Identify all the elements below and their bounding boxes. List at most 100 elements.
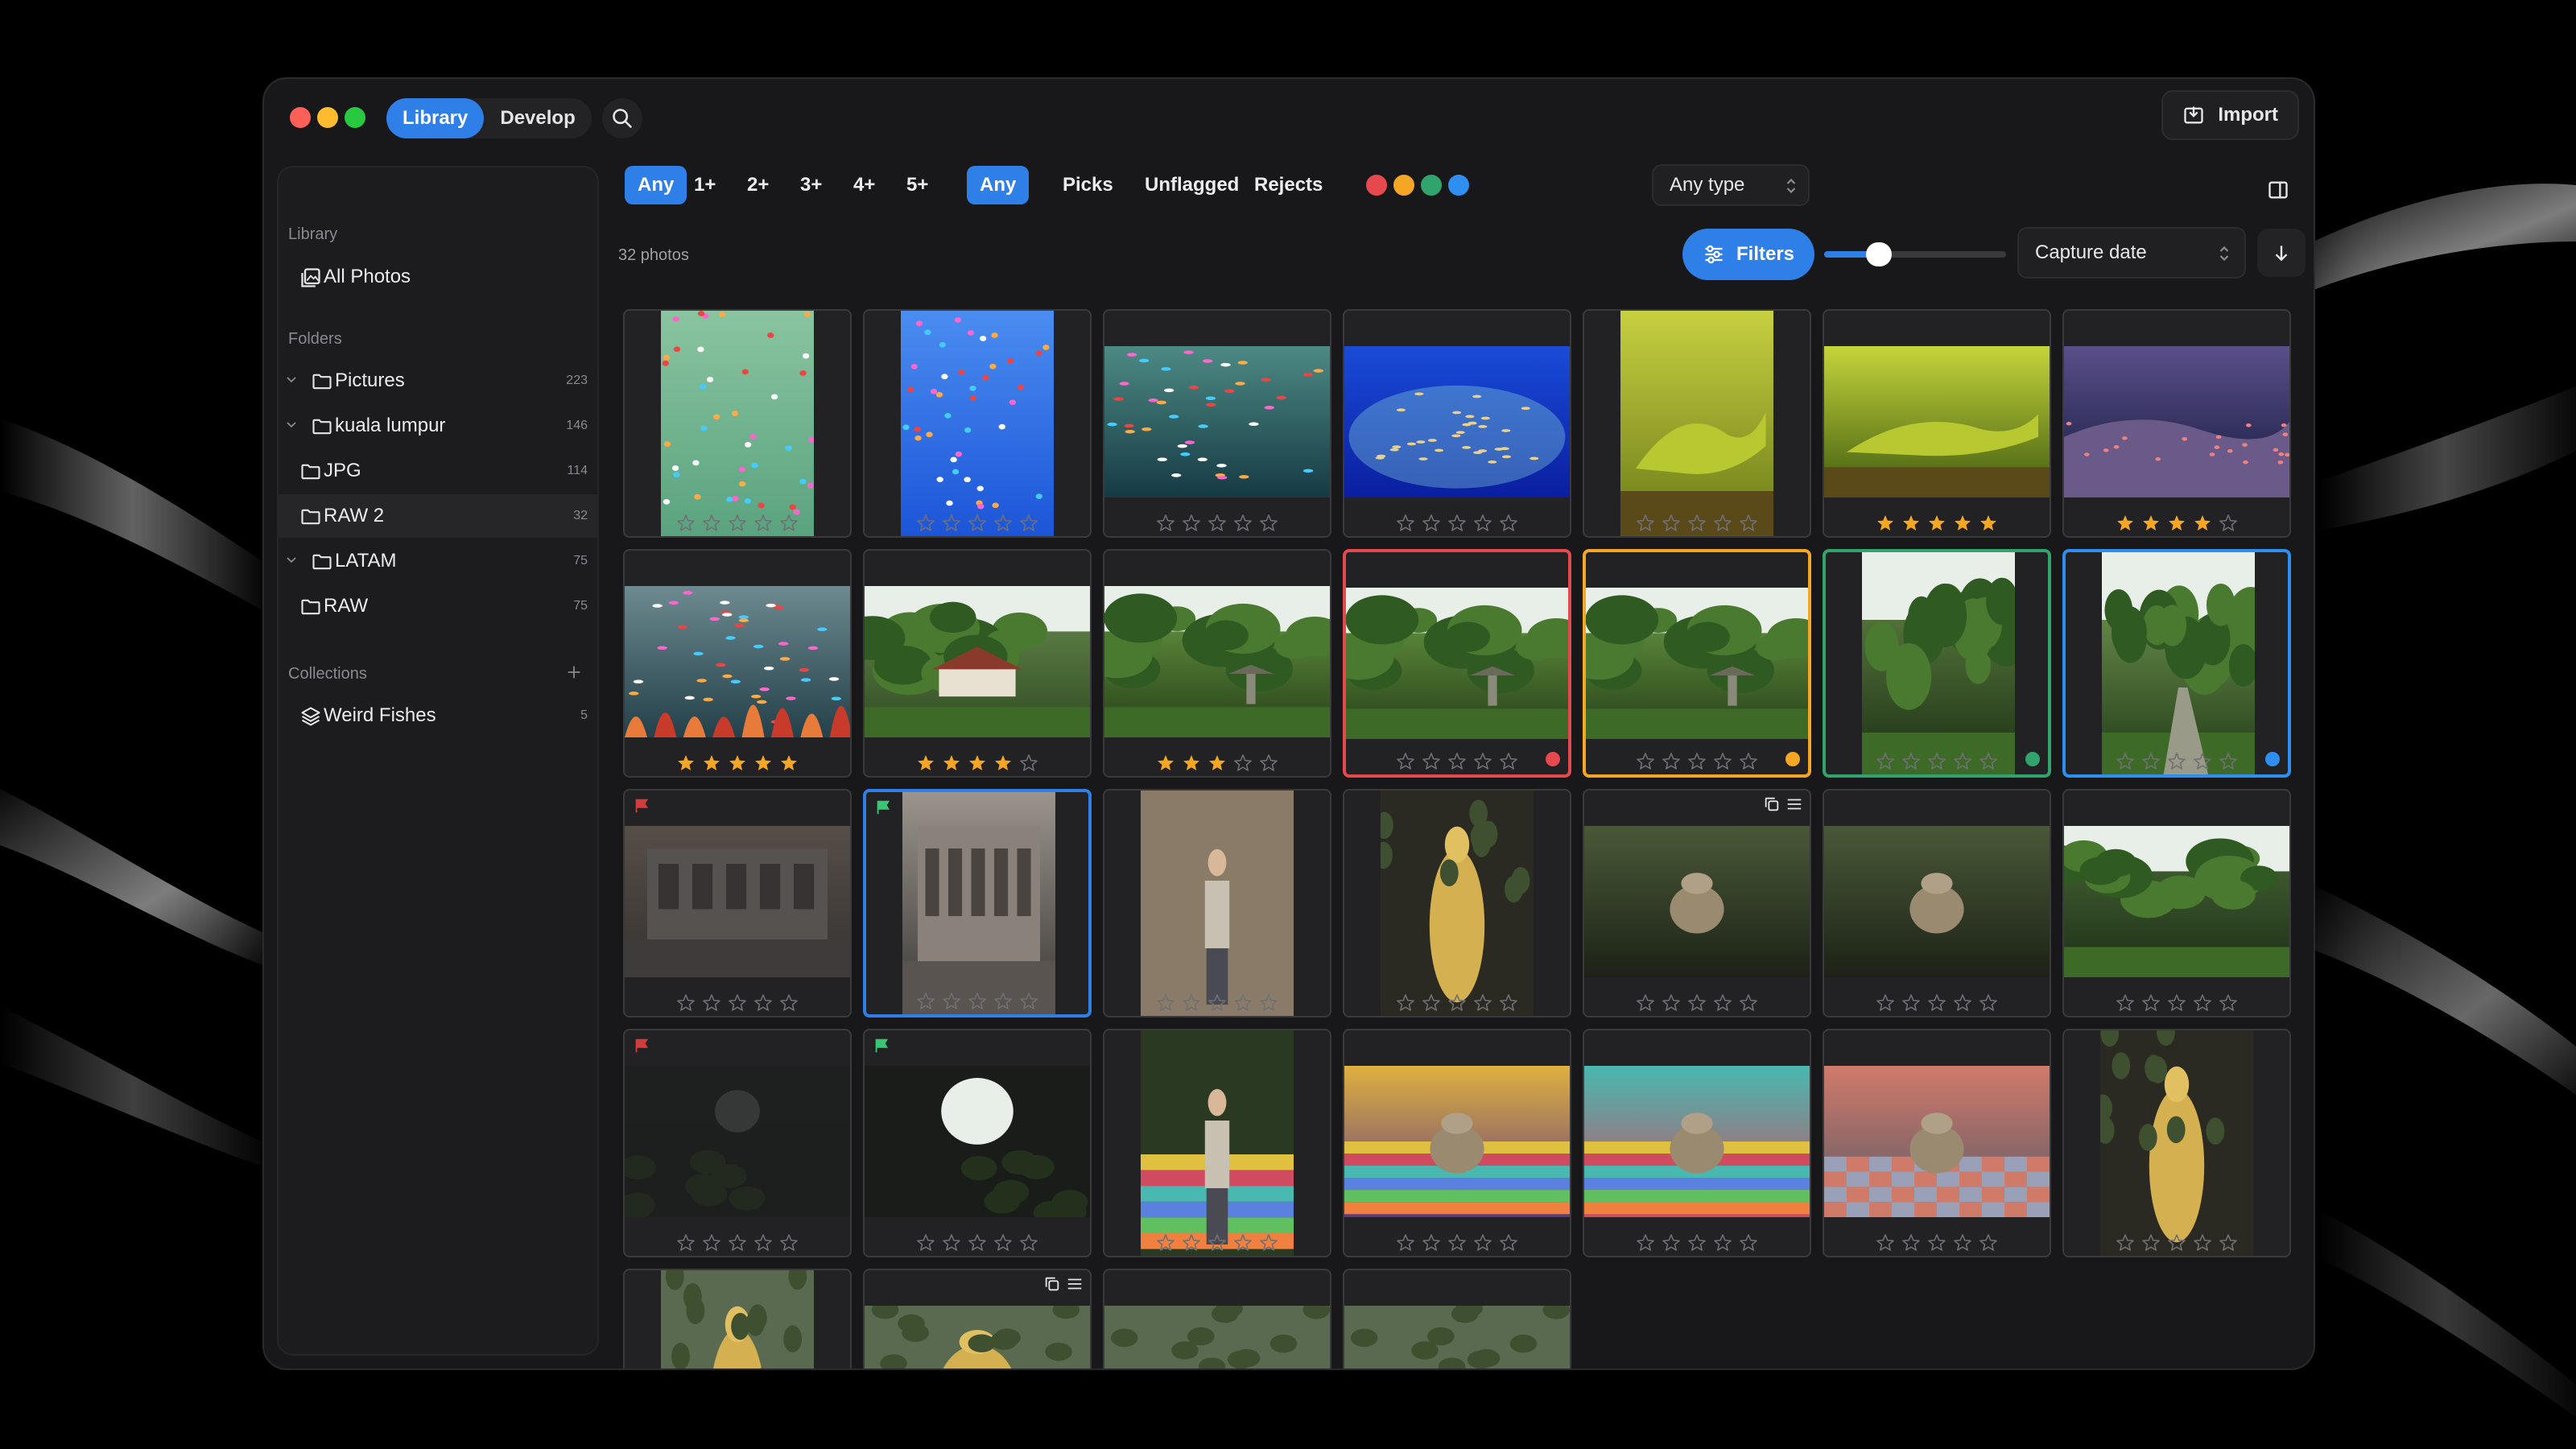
- photo-tile[interactable]: [2062, 549, 2291, 778]
- star-icon[interactable]: [1019, 1233, 1038, 1253]
- photo-tile[interactable]: [863, 789, 1092, 1018]
- filters-button[interactable]: Filters: [1682, 229, 1814, 280]
- photo-tile[interactable]: [623, 1269, 852, 1368]
- star-icon[interactable]: [942, 753, 961, 773]
- star-icon[interactable]: [2141, 514, 2161, 533]
- star-icon[interactable]: [1953, 993, 1972, 1013]
- close-window-button[interactable]: [290, 107, 311, 128]
- star-icon[interactable]: [1662, 514, 1681, 533]
- star-rating[interactable]: [1584, 1233, 1810, 1253]
- sidebar-item-folder[interactable]: kuala lumpur 146: [279, 404, 597, 448]
- star-rating[interactable]: [1824, 1233, 2050, 1253]
- star-icon[interactable]: [2116, 993, 2135, 1013]
- photo-tile[interactable]: [623, 309, 852, 538]
- star-icon[interactable]: [916, 514, 935, 533]
- star-icon[interactable]: [1208, 753, 1227, 773]
- star-icon[interactable]: [728, 993, 747, 1013]
- star-icon[interactable]: [1927, 752, 1946, 771]
- star-icon[interactable]: [1182, 993, 1201, 1013]
- star-icon[interactable]: [993, 753, 1013, 773]
- sort-select[interactable]: Capture date: [2017, 227, 2246, 279]
- star-icon[interactable]: [1182, 514, 1201, 533]
- color-filter-dot[interactable]: [1446, 172, 1472, 198]
- star-icon[interactable]: [1979, 514, 1998, 533]
- star-icon[interactable]: [702, 993, 721, 1013]
- star-rating[interactable]: [1826, 752, 2048, 771]
- star-icon[interactable]: [1499, 514, 1518, 533]
- star-icon[interactable]: [1422, 993, 1441, 1013]
- star-icon[interactable]: [1182, 1233, 1201, 1253]
- star-icon[interactable]: [1901, 1233, 1921, 1253]
- search-button[interactable]: [602, 98, 642, 138]
- star-icon[interactable]: [1499, 1233, 1518, 1253]
- slider-knob[interactable]: [1865, 242, 1892, 266]
- photo-tile[interactable]: [1823, 789, 2051, 1018]
- star-rating[interactable]: [625, 1233, 850, 1253]
- star-icon[interactable]: [1979, 993, 1998, 1013]
- star-icon[interactable]: [1396, 993, 1415, 1013]
- toggle-inspector-button[interactable]: [2259, 171, 2297, 209]
- star-icon[interactable]: [1156, 1233, 1175, 1253]
- sidebar-item-folder[interactable]: JPG 114: [279, 449, 597, 493]
- star-rating[interactable]: [1104, 993, 1330, 1013]
- color-filter-dot[interactable]: [1364, 172, 1389, 198]
- flag-filter-any[interactable]: Any: [967, 166, 1030, 204]
- star-icon[interactable]: [1979, 1233, 1998, 1253]
- star-icon[interactable]: [779, 1233, 799, 1253]
- star-rating[interactable]: [1344, 514, 1570, 533]
- star-icon[interactable]: [2116, 514, 2135, 533]
- photo-tile[interactable]: [1103, 1269, 1331, 1368]
- star-icon[interactable]: [942, 1233, 961, 1253]
- star-rating[interactable]: [1104, 514, 1330, 533]
- star-icon[interactable]: [1208, 1233, 1227, 1253]
- star-icon[interactable]: [2193, 993, 2212, 1013]
- star-icon[interactable]: [2167, 752, 2186, 771]
- star-icon[interactable]: [2219, 752, 2238, 771]
- photo-tile[interactable]: [863, 549, 1092, 778]
- star-icon[interactable]: [779, 514, 799, 533]
- rating-filter-1-plus[interactable]: 1+: [681, 166, 729, 204]
- star-icon[interactable]: [2193, 1233, 2212, 1253]
- star-icon[interactable]: [1422, 752, 1441, 771]
- color-filter-dot[interactable]: [1418, 172, 1444, 198]
- star-icon[interactable]: [993, 992, 1013, 1011]
- photo-tile[interactable]: [1103, 309, 1331, 538]
- star-icon[interactable]: [753, 753, 773, 773]
- star-icon[interactable]: [2167, 514, 2186, 533]
- star-icon[interactable]: [728, 753, 747, 773]
- photo-tile[interactable]: [1823, 549, 2051, 778]
- star-icon[interactable]: [942, 992, 961, 1011]
- star-icon[interactable]: [968, 1233, 987, 1253]
- star-icon[interactable]: [1499, 752, 1518, 771]
- star-icon[interactable]: [702, 1233, 721, 1253]
- star-icon[interactable]: [942, 514, 961, 533]
- star-icon[interactable]: [1662, 752, 1681, 771]
- star-icon[interactable]: [753, 993, 773, 1013]
- star-icon[interactable]: [1233, 1233, 1253, 1253]
- rating-filter-3-plus[interactable]: 3+: [787, 166, 835, 204]
- star-icon[interactable]: [1713, 993, 1732, 1013]
- star-icon[interactable]: [702, 753, 721, 773]
- photo-tile[interactable]: [863, 1269, 1092, 1368]
- star-rating[interactable]: [865, 1233, 1090, 1253]
- star-icon[interactable]: [1422, 1233, 1441, 1253]
- star-rating[interactable]: [866, 992, 1088, 1011]
- star-rating[interactable]: [625, 753, 850, 773]
- photo-tile[interactable]: [1103, 789, 1331, 1018]
- star-icon[interactable]: [1396, 514, 1415, 533]
- photo-tile[interactable]: [1583, 309, 1811, 538]
- star-icon[interactable]: [1473, 752, 1492, 771]
- star-rating[interactable]: [1344, 1233, 1570, 1253]
- star-icon[interactable]: [1447, 514, 1467, 533]
- star-icon[interactable]: [1259, 514, 1278, 533]
- star-icon[interactable]: [1739, 514, 1758, 533]
- photo-tile[interactable]: [2062, 789, 2291, 1018]
- star-icon[interactable]: [1019, 514, 1038, 533]
- star-icon[interactable]: [968, 514, 987, 533]
- star-icon[interactable]: [968, 753, 987, 773]
- photo-tile[interactable]: [623, 1029, 852, 1257]
- star-icon[interactable]: [728, 1233, 747, 1253]
- photo-tile[interactable]: [1103, 1029, 1331, 1257]
- star-icon[interactable]: [2141, 1233, 2161, 1253]
- photo-tile[interactable]: [1343, 309, 1571, 538]
